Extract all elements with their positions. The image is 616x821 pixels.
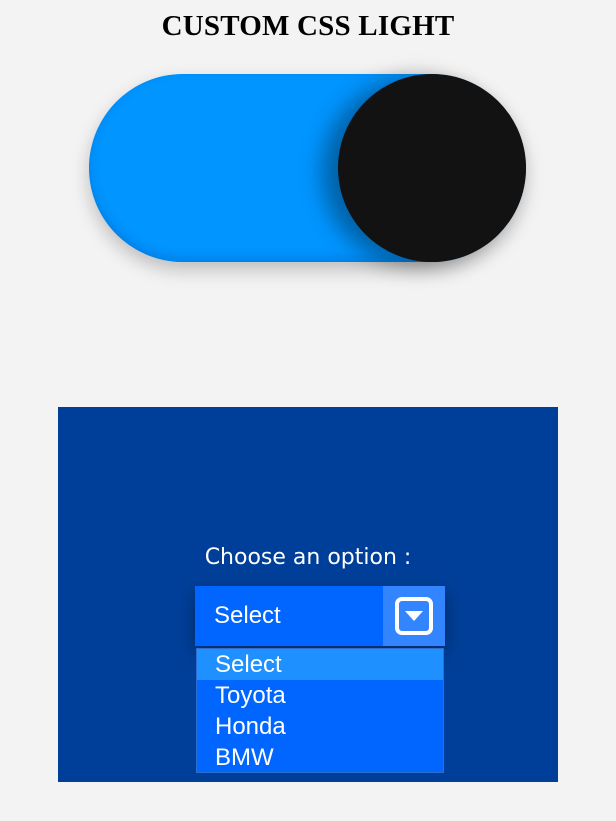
select-label: Choose an option : (204, 545, 412, 570)
car-select-dropdown[interactable]: Select (195, 586, 445, 646)
chevron-down-icon (395, 597, 433, 635)
dropdown-options-list: Select Toyota Honda BMW (196, 648, 444, 773)
light-toggle-switch[interactable] (89, 74, 526, 262)
select-current-value: Select (214, 602, 281, 629)
option-honda[interactable]: Honda (197, 711, 443, 742)
option-toyota[interactable]: Toyota (197, 680, 443, 711)
dropdown-toggle-button[interactable] (383, 586, 445, 646)
select-panel: Choose an option : Select Select Toyota … (58, 407, 558, 782)
toggle-knob[interactable] (338, 74, 526, 262)
page-title: CUSTOM CSS LIGHT (161, 10, 455, 42)
option-select[interactable]: Select (197, 649, 443, 680)
option-bmw[interactable]: BMW (197, 742, 443, 773)
